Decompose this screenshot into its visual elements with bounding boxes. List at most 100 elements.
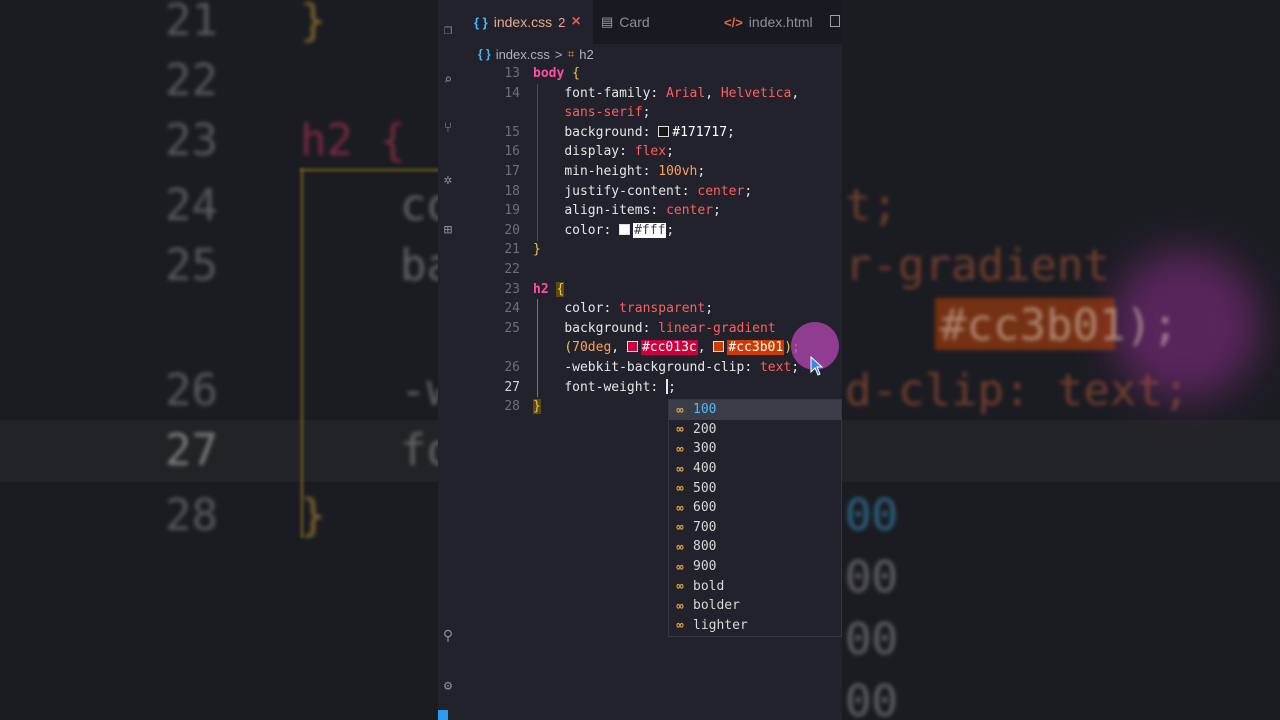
line-number: 28 [504,399,520,415]
enum-value-icon: ∞ [676,520,684,535]
autocomplete-suggestions: ∞ 100 ∞ 200 ∞ 300 ∞ 400 ∞ 500 ∞ 600 ∞ 700 ∞ 800 … [668,399,842,637]
tab-index-css[interactable]: { } index.css 2 × [462,0,593,44]
tab-index-html[interactable]: </> index.html [712,0,825,44]
code-line: 13 body { [462,64,842,84]
code-line: 16 display: flex; [462,142,842,162]
suggestion-item[interactable]: ∞ 600 [669,498,841,518]
bg-fragment: d-clip: text; [845,365,1190,416]
mouse-pointer-icon [810,356,824,376]
suggestion-label: lighter [693,617,748,633]
bg-fragment: r-gradient [845,240,1110,291]
color-swatch[interactable] [619,223,631,235]
bg-fragment: 00 [845,552,898,603]
code-text: min-height: 100vh; [564,163,706,179]
code-text: font-weight: ; [564,378,676,395]
suggestion-label: 300 [693,441,717,457]
bg-fragment: 00 [845,676,898,720]
explorer-icon[interactable]: ❐ [440,22,456,38]
bg-line-number: 21 [165,0,218,46]
breadcrumb-file[interactable]: index.css [496,47,550,62]
suggestion-label: 600 [693,500,717,516]
bg-code: } [300,490,327,541]
bg-fragment: t; [845,180,898,231]
html-file-icon: </> [724,14,743,30]
source-control-icon[interactable]: ⑂ [440,120,456,136]
settings-gear-icon[interactable]: ⚙ [440,678,456,694]
suggestion-item[interactable]: ∞ 900 [669,557,841,577]
split-editor-icon[interactable] [830,15,840,27]
code-line: 25 background: linear-gradient [462,319,842,339]
suggestion-item[interactable]: ∞ 300 [669,439,841,459]
line-number: 26 [504,359,520,375]
code-line: 14 font-family: Arial, Helvetica, [462,84,842,104]
activity-bar: ❐ ⌕ ⑂ ✲ ⊞ ⚲ ⚙ [438,0,462,720]
color-swatch[interactable] [658,125,670,137]
search-icon[interactable]: ⌕ [440,72,456,88]
code-line: 18 justify-content: center; [462,182,842,202]
bg-line-number: 28 [165,490,218,541]
color-swatch[interactable] [713,341,725,353]
bg-line-number: 27 [165,425,218,476]
bg-line-number: 26 [165,365,218,416]
bg-line-number: 24 [165,180,218,231]
bg-fragment: #cc3b01); [940,300,1179,351]
code-line: 26 -webkit-background-clip: text; [462,358,842,378]
suggestion-item[interactable]: ∞ 100 [669,400,841,420]
suggestion-label: 200 [693,421,717,437]
code-text: color: transparent; [564,301,714,317]
line-number: 20 [504,222,520,238]
tab-label: index.css [493,14,553,30]
enum-value-icon: ∞ [676,481,684,496]
suggestion-item[interactable]: ∞ 800 [669,537,841,557]
enum-value-icon: ∞ [676,539,684,554]
code-text: (70deg, #cc013c, #cc3b01); [564,340,800,356]
line-number: 22 [504,261,520,277]
suggestion-label: 800 [693,539,717,555]
tab-card[interactable]: ▤ Card [589,0,662,44]
code-text: display: flex; [564,144,674,160]
line-number: 16 [504,144,520,160]
suggestion-item[interactable]: ∞ 500 [669,478,841,498]
tab-bar: { } index.css 2 × ▤ Card </> index.html [462,0,842,44]
extensions-icon[interactable]: ⊞ [440,222,456,238]
debug-icon[interactable]: ✲ [440,172,456,188]
suggestion-item[interactable]: ∞ lighter [669,616,841,636]
enum-value-icon: ∞ [676,500,684,515]
line-number: 23 [504,281,520,297]
code-text: -webkit-background-clip: text; [564,359,800,375]
code-text: h2 { [533,281,565,297]
account-icon[interactable]: ⚲ [440,628,456,644]
suggestion-item[interactable]: ∞ bold [669,576,841,596]
bg-guide [300,168,440,172]
remote-indicator[interactable] [438,710,448,720]
suggestion-label: 700 [693,519,717,535]
color-swatch[interactable] [626,341,638,353]
breadcrumb-separator: > [554,46,563,62]
bg-line-number: 25 [165,240,218,291]
css-file-icon: { } [478,47,491,61]
line-number: 15 [504,124,520,140]
close-tab-icon[interactable]: × [571,13,580,31]
code-line: sans-serif; [462,103,842,123]
code-line: 15 background: #171717; [462,123,842,143]
code-line: 21} [462,240,842,260]
bg-code: } [300,0,327,46]
code-line: (70deg, #cc013c, #cc3b01); [462,338,842,358]
suggestion-label: bolder [693,598,740,614]
code-area[interactable]: 13 body { 14 font-family: Arial, Helvetic… [462,64,842,417]
code-text: } [533,399,541,415]
code-line: 17 min-height: 100vh; [462,162,842,182]
breadcrumb-symbol[interactable]: h2 [579,47,593,62]
code-text: background: #171717; [564,124,735,140]
suggestion-item[interactable]: ∞ 400 [669,459,841,479]
suggestion-item[interactable]: ∞ bolder [669,596,841,616]
selector-symbol-icon: ⌗ [567,46,575,61]
code-line-current: 27 font-weight: ; [462,378,842,398]
line-number: 18 [504,183,520,199]
suggestion-label: bold [693,578,725,594]
suggestion-item[interactable]: ∞ 700 [669,518,841,538]
line-number: 24 [504,301,520,317]
bg-line-number: 22 [165,55,218,106]
suggestion-item[interactable]: ∞ 200 [669,420,841,440]
enum-value-icon: ∞ [676,402,684,417]
